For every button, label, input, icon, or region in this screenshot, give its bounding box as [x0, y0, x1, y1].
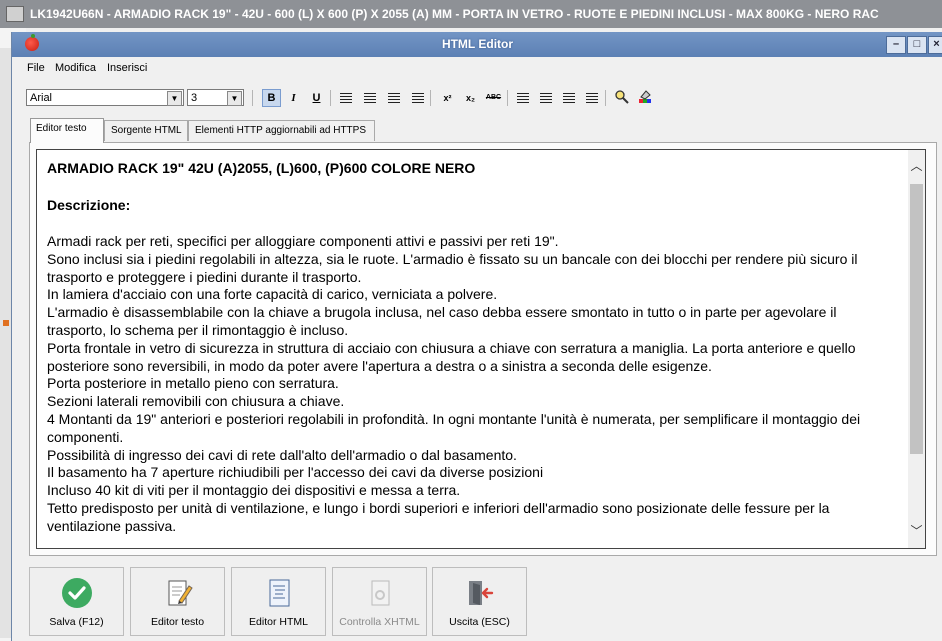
bullet-list-button[interactable] — [536, 89, 555, 107]
align-left-button[interactable] — [336, 89, 355, 107]
menu-file[interactable]: File — [27, 62, 45, 74]
background-window-titlebar: LK1942U66N - ARMADIO RACK 19" - 42U - 60… — [0, 0, 942, 28]
save-button[interactable]: Salva (F12) — [29, 567, 124, 636]
window-titlebar[interactable]: HTML Editor – □ × — [12, 32, 942, 57]
minimize-button[interactable]: – — [886, 36, 906, 54]
paint-bucket-icon — [638, 90, 651, 103]
paragraph: Porta frontale in vetro di sicurezza in … — [47, 339, 856, 374]
html-editor-window: HTML Editor – □ × File Modifica Inserisc… — [11, 32, 942, 641]
menu-inserisci[interactable]: Inserisci — [107, 62, 147, 74]
exit-button-label: Uscita (ESC) — [449, 616, 510, 628]
find-replace-button[interactable] — [612, 89, 631, 107]
align-left-icon — [339, 93, 352, 103]
paragraph: L'armadio è disassemblabile con la chiav… — [47, 304, 837, 338]
align-center-button[interactable] — [360, 89, 379, 107]
align-right-button[interactable] — [384, 89, 403, 107]
paragraph: Incluso 40 kit di viti per il montaggio … — [47, 482, 461, 499]
scrollbar-thumb[interactable] — [910, 184, 923, 454]
exit-button[interactable]: Uscita (ESC) — [432, 567, 527, 636]
vertical-scrollbar[interactable]: ︿ ﹀ — [908, 150, 925, 548]
color-button[interactable] — [635, 89, 654, 107]
exit-door-icon — [468, 581, 493, 605]
italic-button[interactable]: I — [284, 89, 303, 107]
tab-sorgente-html[interactable]: Sorgente HTML — [104, 120, 188, 141]
text-editor-button-label: Editor testo — [150, 616, 205, 628]
paragraph: Porta posteriore in metallo pieno con se… — [47, 375, 339, 392]
paragraph: Sezioni laterali removibili con chiusura… — [47, 393, 345, 410]
strikethrough-button[interactable]: ABC — [484, 89, 503, 107]
justify-icon — [411, 93, 424, 103]
background-window-title: LK1942U66N - ARMADIO RACK 19" - 42U - 60… — [30, 7, 879, 21]
paragraph: In lamiera d'acciaio con una forte capac… — [47, 286, 498, 303]
text-editor-button[interactable]: Editor testo — [130, 567, 225, 636]
tab-panel: ARMADIO RACK 19" 42U (A)2055, (L)600, (P… — [29, 142, 937, 556]
outdent-button[interactable] — [559, 89, 578, 107]
superscript-button[interactable]: x² — [438, 89, 457, 107]
font-family-select[interactable]: Arial ▼ — [26, 89, 184, 106]
tab-editor-testo[interactable]: Editor testo — [30, 118, 104, 143]
paragraph: Tetto predisposto per unità di ventilazi… — [47, 499, 830, 534]
outdent-icon — [562, 93, 575, 103]
chevron-down-icon[interactable]: ▼ — [167, 91, 182, 106]
validate-icon — [371, 580, 389, 606]
format-toolbar: Arial ▼ 3 ▼ B I U x² x₂ ABC — [26, 87, 936, 109]
search-icon — [614, 90, 629, 104]
menu-bar: File Modifica Inserisci — [12, 57, 942, 79]
numbered-list-button[interactable] — [513, 89, 532, 107]
chevron-down-icon[interactable]: ▼ — [227, 91, 242, 106]
paragraph: Il basamento ha 7 aperture richiudibili … — [47, 464, 544, 481]
underline-button[interactable]: U — [307, 89, 326, 107]
paragraph: 4 Montanti da 19" anteriori e posteriori… — [47, 410, 861, 445]
document-title: ARMADIO RACK 19" 42U (A)2055, (L)600, (P… — [47, 160, 476, 176]
justify-button[interactable] — [408, 89, 427, 107]
indent-icon — [585, 93, 598, 103]
bullet-list-icon — [539, 93, 552, 103]
editor-content[interactable]: ARMADIO RACK 19" 42U (A)2055, (L)600, (P… — [47, 160, 895, 536]
description-heading: Descrizione: — [47, 197, 131, 213]
align-center-icon — [363, 93, 376, 103]
paragraph: Possibilità di ingresso dei cavi di rete… — [47, 446, 517, 463]
window-title: HTML Editor — [441, 37, 514, 51]
numbered-list-icon — [516, 93, 529, 103]
paragraph: Sono inclusi sia i piedini regolabili in… — [47, 250, 858, 285]
window-app-icon — [6, 6, 24, 22]
font-size-select[interactable]: 3 ▼ — [187, 89, 244, 106]
maximize-button[interactable]: □ — [907, 36, 927, 54]
subscript-button[interactable]: x₂ — [461, 89, 480, 107]
notepad-pencil-icon — [168, 580, 193, 606]
tab-elementi-http[interactable]: Elementi HTTP aggiornabili ad HTTPS — [188, 120, 375, 141]
scroll-up-icon[interactable]: ︿ — [908, 158, 925, 175]
indent-button[interactable] — [582, 89, 601, 107]
html-document-icon — [269, 579, 289, 607]
menu-modifica[interactable]: Modifica — [55, 62, 96, 74]
html-editor-button-label: Editor HTML — [249, 616, 308, 628]
check-icon — [61, 578, 92, 608]
validate-xhtml-button-label: Controlla XHTML — [339, 616, 420, 628]
validate-xhtml-button[interactable]: Controlla XHTML — [332, 567, 427, 636]
close-button[interactable]: × — [928, 36, 942, 54]
save-button-label: Salva (F12) — [49, 616, 104, 628]
rich-text-editor[interactable]: ARMADIO RACK 19" 42U (A)2055, (L)600, (P… — [36, 149, 926, 549]
scroll-down-icon[interactable]: ﹀ — [908, 523, 925, 540]
html-editor-button[interactable]: Editor HTML — [231, 567, 326, 636]
bold-button[interactable]: B — [262, 89, 281, 107]
paragraph: Armadi rack per reti, specifici per allo… — [47, 233, 559, 249]
align-right-icon — [387, 93, 400, 103]
